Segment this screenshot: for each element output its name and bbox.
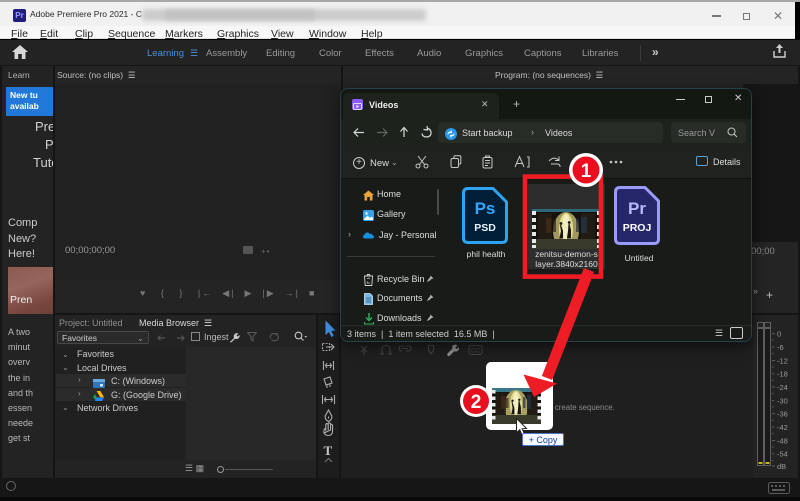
svg-text:1: 1 bbox=[581, 161, 592, 182]
svg-text:2: 2 bbox=[471, 392, 482, 413]
